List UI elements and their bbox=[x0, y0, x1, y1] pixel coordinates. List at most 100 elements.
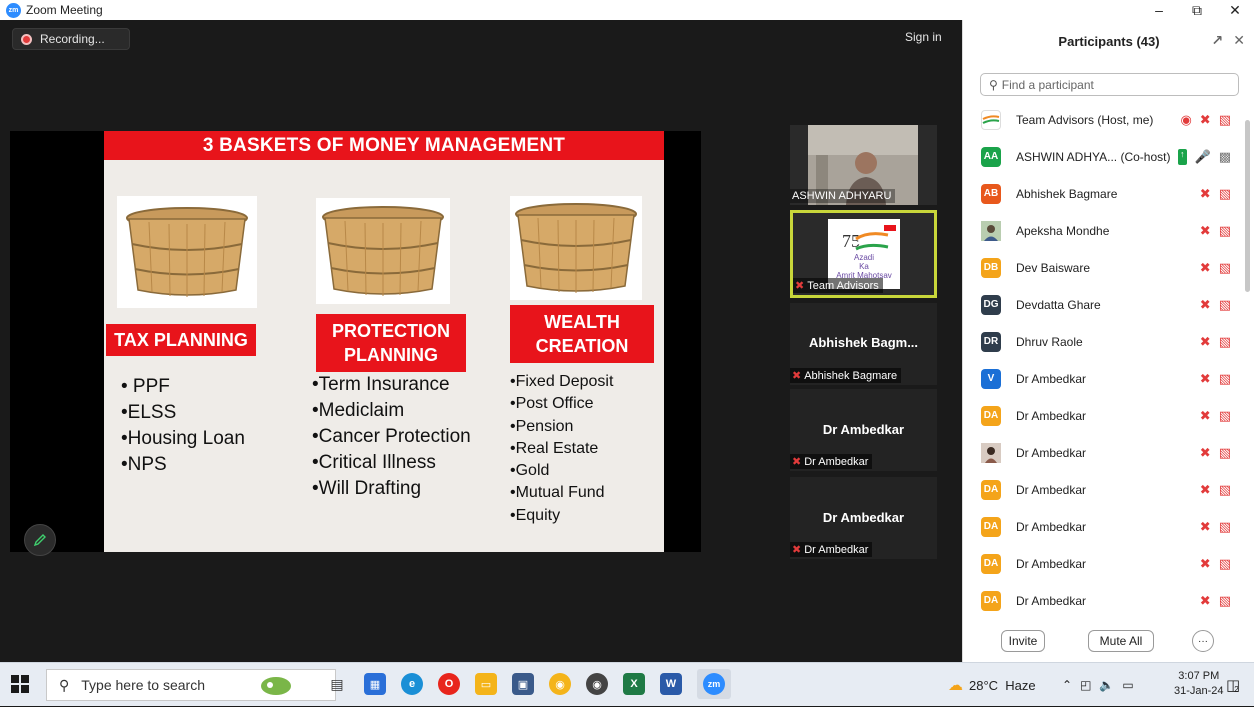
task-view-icon[interactable]: ▤ bbox=[326, 673, 348, 695]
chrome-profile-icon[interactable]: ◉ bbox=[586, 673, 608, 695]
invite-button[interactable]: Invite bbox=[1001, 630, 1045, 652]
basket-icon bbox=[126, 207, 248, 297]
list-item: •NPS bbox=[121, 454, 167, 475]
video-off-icon[interactable]: ▧ bbox=[1219, 593, 1231, 609]
video-off-icon[interactable]: ▧ bbox=[1219, 371, 1231, 387]
participant-name-tag: ✖ Abhishek Bagmare bbox=[790, 368, 902, 383]
mic-muted-icon: ✖ bbox=[795, 280, 805, 292]
video-camera-icon[interactable]: ▩ bbox=[1219, 149, 1231, 165]
battery-icon[interactable]: ▭ bbox=[1122, 678, 1133, 692]
mic-muted-icon[interactable]: ✖ bbox=[1200, 186, 1211, 202]
mic-muted-icon[interactable]: ✖ bbox=[1200, 223, 1211, 239]
chrome-browser-icon[interactable]: ◉ bbox=[549, 673, 571, 695]
mic-muted-icon[interactable]: ✖ bbox=[1200, 445, 1211, 461]
app-window-icon[interactable]: ▣ bbox=[512, 673, 534, 695]
taskbar-clock[interactable]: 3:07 PM 31-Jan-24 bbox=[1174, 669, 1224, 699]
participant-name: Abhishek Bagmare bbox=[1016, 186, 1118, 201]
excel-icon[interactable]: X bbox=[623, 673, 645, 695]
chevron-up-icon[interactable]: ⌃ bbox=[1062, 678, 1072, 692]
search-highlight-image[interactable] bbox=[258, 673, 294, 695]
mic-muted-icon: ✖ bbox=[792, 456, 802, 468]
participant-row[interactable]: DA Dr Ambedkar ✖ ▧ bbox=[963, 397, 1245, 434]
tax-planning-list: • PPF •ELSS •Housing Loan •NPS bbox=[121, 374, 245, 478]
more-options-button[interactable]: ··· bbox=[1192, 630, 1214, 652]
edge-browser-icon[interactable]: e bbox=[401, 673, 423, 695]
participant-row[interactable]: Dr Ambedkar ✖ ▧ bbox=[963, 434, 1245, 471]
participant-name: Devdatta Ghare bbox=[1016, 297, 1101, 312]
microphone-icon[interactable]: 🎤 bbox=[1195, 149, 1211, 165]
video-off-icon[interactable]: ▧ bbox=[1219, 112, 1231, 128]
pop-out-icon[interactable]: ↗ bbox=[1212, 32, 1224, 49]
mic-muted-icon[interactable]: ✖ bbox=[1200, 408, 1211, 424]
mic-muted-icon[interactable]: ✖ bbox=[1200, 519, 1211, 535]
video-tile-dr-ambedkar[interactable]: Dr Ambedkar ✖ Dr Ambedkar bbox=[790, 389, 937, 471]
video-off-icon[interactable]: ▧ bbox=[1219, 445, 1231, 461]
participant-row[interactable]: V Dr Ambedkar ✖ ▧ bbox=[963, 360, 1245, 397]
video-tile-abhishek[interactable]: Abhishek Bagm... ✖ Abhishek Bagmare bbox=[790, 303, 937, 385]
restore-icon[interactable]: ⧉ bbox=[1178, 0, 1216, 20]
annotate-pencil-button[interactable] bbox=[24, 524, 56, 556]
participant-big-name: Dr Ambedkar bbox=[822, 510, 905, 525]
hedgehog-icon bbox=[261, 677, 291, 695]
participant-row[interactable]: DA Dr Ambedkar ✖ ▧ bbox=[963, 545, 1245, 582]
mic-muted-icon[interactable]: ✖ bbox=[1200, 112, 1211, 128]
mic-muted-icon[interactable]: ✖ bbox=[1200, 593, 1211, 609]
video-off-icon[interactable]: ▧ bbox=[1219, 334, 1231, 350]
participant-list-scrollbar[interactable] bbox=[1245, 120, 1250, 292]
microsoft-store-icon[interactable]: ▦ bbox=[364, 673, 386, 695]
list-item: •Critical Illness bbox=[312, 452, 436, 473]
participant-name: ASHWIN ADHYA... (Co-host) bbox=[1016, 149, 1171, 164]
recording-label: Recording... bbox=[40, 32, 105, 46]
sign-in-link[interactable]: Sign in bbox=[905, 30, 942, 44]
notification-center[interactable]: ◫ 2 bbox=[1226, 663, 1240, 707]
participant-search-input[interactable]: ⚲ Find a participant bbox=[980, 73, 1239, 96]
list-item: •Mediclaim bbox=[312, 400, 405, 421]
participant-row[interactable]: Team Advisors (Host, me) ◉ ✖ ▧ bbox=[963, 101, 1245, 138]
close-icon[interactable]: ✕ bbox=[1216, 0, 1254, 20]
video-off-icon[interactable]: ▧ bbox=[1219, 519, 1231, 535]
participant-row[interactable]: AB Abhishek Bagmare ✖ ▧ bbox=[963, 175, 1245, 212]
video-tile-team-advisors[interactable]: 75 Azadi Ka Amrit Mahotsav ✖ Team Advisor… bbox=[790, 210, 937, 298]
azadi-logo-icon bbox=[982, 114, 1000, 124]
video-off-icon[interactable]: ▧ bbox=[1219, 556, 1231, 572]
minimize-icon[interactable]: – bbox=[1140, 0, 1178, 20]
mic-muted-icon[interactable]: ✖ bbox=[1200, 556, 1211, 572]
mic-muted-icon[interactable]: ✖ bbox=[1200, 482, 1211, 498]
video-tile-dr-ambedkar-2[interactable]: Dr Ambedkar ✖ Dr Ambedkar bbox=[790, 477, 937, 559]
mute-all-button[interactable]: Mute All bbox=[1088, 630, 1154, 652]
participant-name: Dr Ambedkar bbox=[1016, 408, 1087, 423]
windows-start-button[interactable] bbox=[11, 675, 29, 693]
network-icon[interactable]: ◰ bbox=[1080, 678, 1091, 692]
video-off-icon[interactable]: ▧ bbox=[1219, 297, 1231, 313]
video-tile-ashwin[interactable]: ASHWIN ADHYARU bbox=[790, 125, 937, 205]
participant-big-name: Abhishek Bagm... bbox=[808, 335, 919, 350]
volume-icon[interactable]: 🔈 bbox=[1099, 678, 1114, 692]
list-item: • PPF bbox=[121, 376, 170, 397]
mic-muted-icon[interactable]: ✖ bbox=[1200, 297, 1211, 313]
video-off-icon[interactable]: ▧ bbox=[1219, 223, 1231, 239]
recording-indicator[interactable]: Recording... bbox=[12, 28, 130, 50]
participant-row[interactable]: Apeksha Mondhe ✖ ▧ bbox=[963, 212, 1245, 249]
video-off-icon[interactable]: ▧ bbox=[1219, 408, 1231, 424]
video-off-icon[interactable]: ▧ bbox=[1219, 186, 1231, 202]
participant-row[interactable]: DA Dr Ambedkar ✖ ▧ bbox=[963, 471, 1245, 508]
weather-widget[interactable]: ☁ 28°C Haze bbox=[948, 663, 1036, 707]
participant-row[interactable]: DR Dhruv Raole ✖ ▧ bbox=[963, 323, 1245, 360]
mic-muted-icon[interactable]: ✖ bbox=[1200, 371, 1211, 387]
word-icon[interactable]: W bbox=[660, 673, 682, 695]
opera-browser-icon[interactable]: O bbox=[438, 673, 460, 695]
slide-title: 3 BASKETS OF MONEY MANAGEMENT bbox=[104, 131, 664, 160]
file-explorer-icon[interactable]: ▭ bbox=[475, 673, 497, 695]
close-panel-icon[interactable]: ✕ bbox=[1233, 32, 1245, 49]
video-off-icon[interactable]: ▧ bbox=[1219, 260, 1231, 276]
zoom-taskbar-button[interactable]: zm bbox=[697, 669, 731, 699]
participant-row[interactable]: DA Dr Ambedkar ✖ ▧ bbox=[963, 508, 1245, 545]
participant-row[interactable]: DB Dev Baisware ✖ ▧ bbox=[963, 249, 1245, 286]
participant-row[interactable]: DG Devdatta Ghare ✖ ▧ bbox=[963, 286, 1245, 323]
video-off-icon[interactable]: ▧ bbox=[1219, 482, 1231, 498]
participant-row[interactable]: AA ASHWIN ADHYA... (Co-host) ↑ 🎤 ▩ bbox=[963, 138, 1245, 175]
participant-row[interactable]: DA Dr Ambedkar ✖ ▧ bbox=[963, 582, 1245, 619]
mic-muted-icon[interactable]: ✖ bbox=[1200, 260, 1211, 276]
participant-name: Dr Ambedkar bbox=[1016, 593, 1087, 608]
mic-muted-icon[interactable]: ✖ bbox=[1200, 334, 1211, 350]
